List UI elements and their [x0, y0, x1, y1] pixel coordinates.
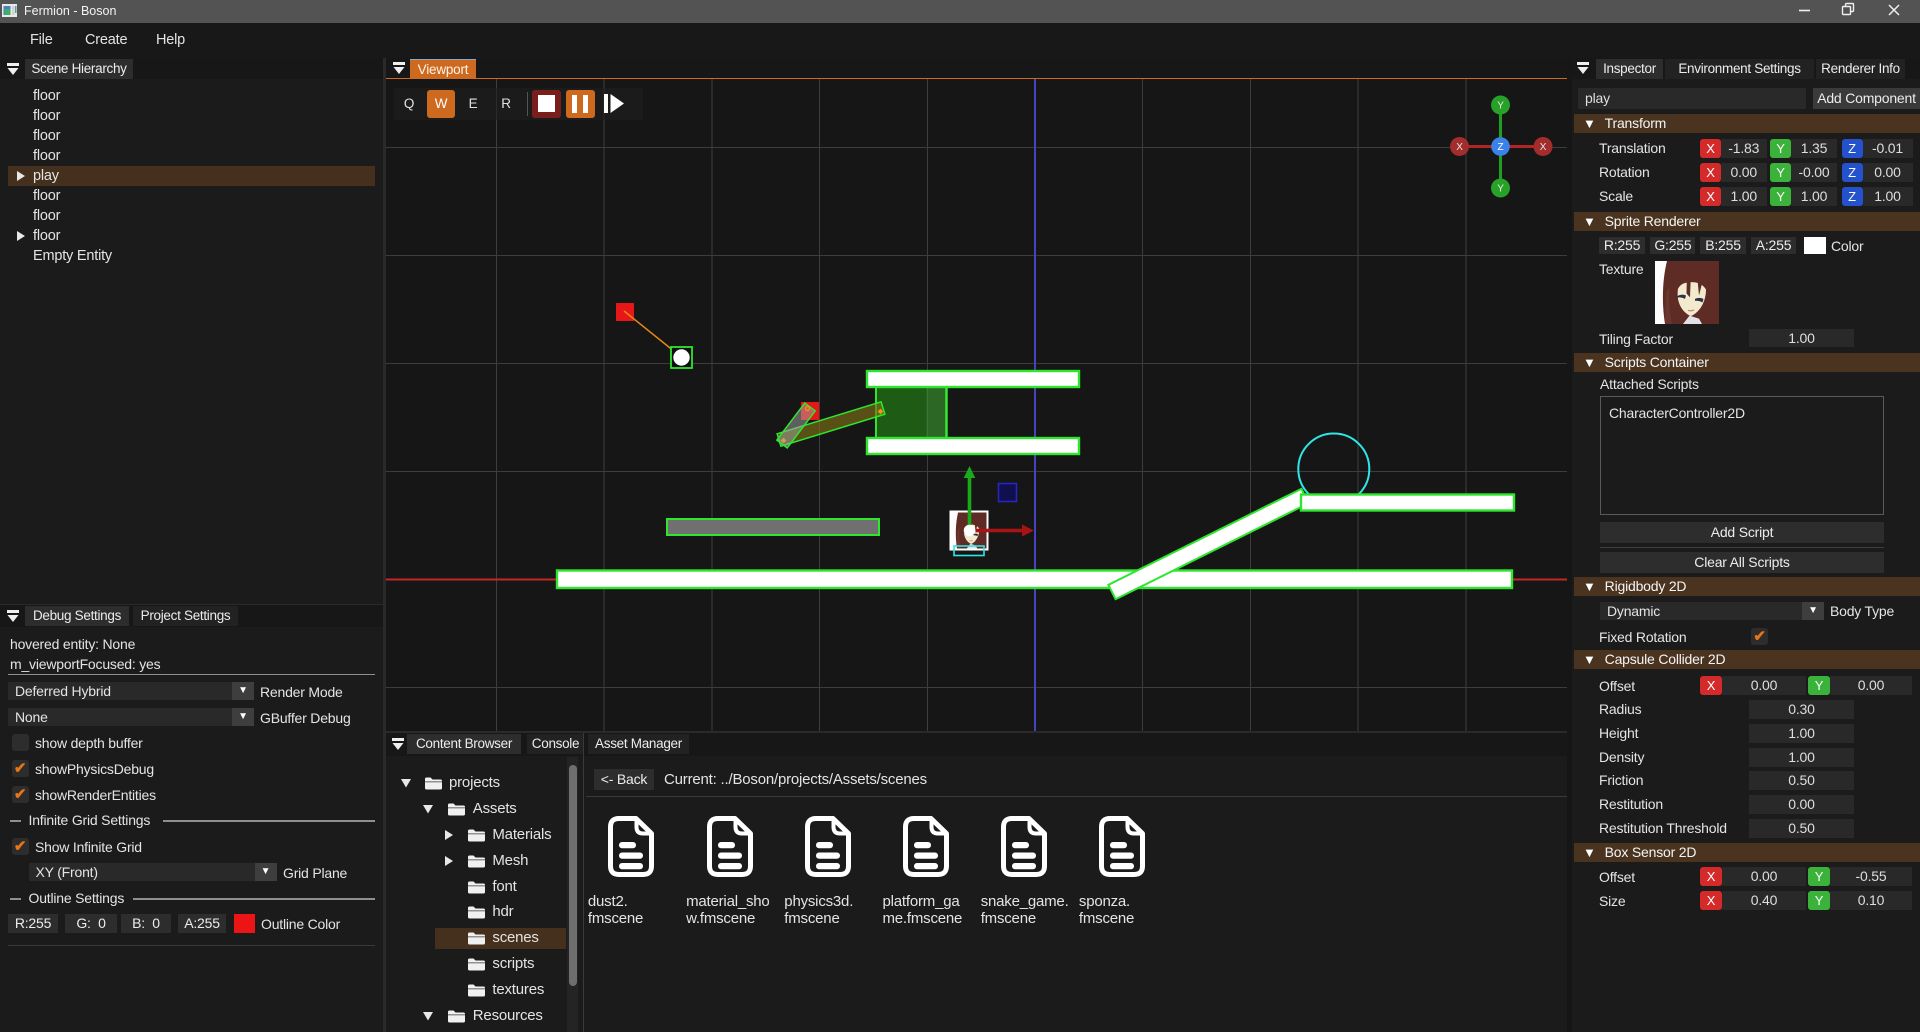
svg-text:Z: Z: [1498, 142, 1504, 153]
svg-text:Y: Y: [1497, 184, 1504, 195]
svg-text:X: X: [1540, 142, 1547, 153]
svg-text:X: X: [1456, 142, 1463, 153]
svg-text:Y: Y: [1497, 101, 1504, 112]
